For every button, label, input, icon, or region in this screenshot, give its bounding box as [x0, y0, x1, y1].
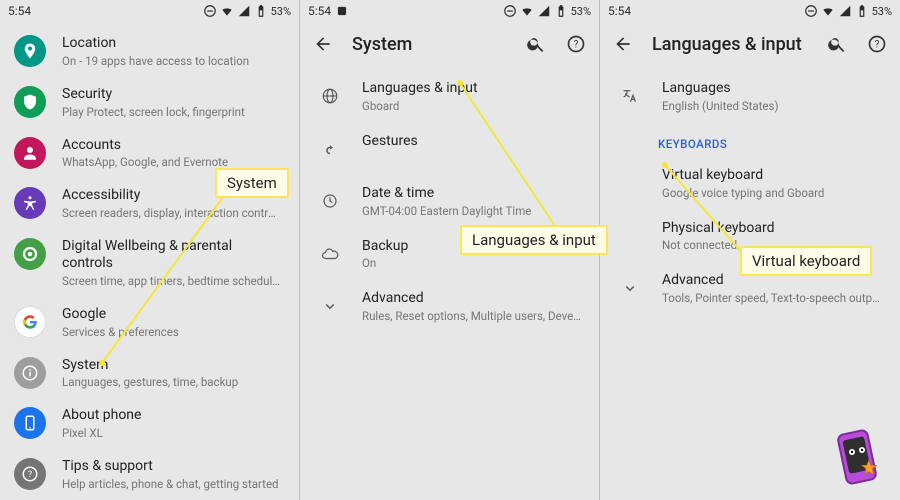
translate-icon	[614, 80, 646, 112]
clock-icon	[314, 185, 346, 217]
row-virtual-keyboard[interactable]: Virtual keyboard Google voice typing and…	[600, 157, 900, 210]
battery-pct: 53%	[271, 5, 291, 18]
svg-text:?: ?	[28, 470, 32, 480]
battery-pct: 53%	[571, 5, 591, 18]
battery-icon	[554, 4, 568, 18]
gestures-icon	[314, 133, 346, 165]
battery-icon	[855, 4, 869, 18]
search-button[interactable]	[826, 33, 848, 55]
row-tips-support[interactable]: ? Tips & support Help articles, phone & …	[0, 449, 299, 500]
row-accounts[interactable]: Accounts WhatsApp, Google, and Evernote	[0, 128, 299, 179]
google-icon	[14, 306, 46, 338]
dnd-icon	[203, 4, 217, 18]
row-languages[interactable]: Languages English (United States)	[600, 70, 900, 123]
help-button[interactable]: ?	[565, 33, 587, 55]
lang-input-list: Languages English (United States) KEYBOA…	[600, 66, 900, 500]
wifi-icon	[821, 4, 835, 18]
row-wellbeing[interactable]: Digital Wellbeing & parental controls Sc…	[0, 229, 299, 297]
svg-text:?: ?	[875, 39, 880, 50]
row-advanced[interactable]: Advanced Tools, Pointer speed, Text-to-s…	[600, 262, 900, 315]
signal-icon	[537, 4, 551, 18]
globe-icon	[314, 80, 346, 112]
screenshot-indicator-icon	[335, 4, 349, 18]
phone-icon	[14, 407, 46, 439]
back-button[interactable]	[312, 33, 334, 55]
dnd-icon	[503, 4, 517, 18]
row-physical-keyboard[interactable]: Physical keyboard Not connected	[600, 210, 900, 263]
wifi-icon	[520, 4, 534, 18]
page-title: System	[352, 34, 507, 55]
signal-icon	[838, 4, 852, 18]
row-google[interactable]: Google Services & preferences	[0, 297, 299, 348]
help-button[interactable]: ?	[866, 33, 888, 55]
section-keyboards: KEYBOARDS	[600, 123, 900, 157]
chevron-down-icon	[614, 272, 646, 304]
dnd-icon	[804, 4, 818, 18]
screen-languages-input: 5:54 53% Languages & input ? Languages E…	[600, 0, 900, 500]
location-icon	[14, 35, 46, 67]
wellbeing-icon	[14, 238, 46, 270]
row-accessibility[interactable]: Accessibility Screen readers, display, i…	[0, 178, 299, 229]
row-gestures[interactable]: Gestures	[300, 123, 599, 175]
status-bar: 5:54 53%	[0, 0, 299, 22]
signal-icon	[237, 4, 251, 18]
row-security[interactable]: Security Play Protect, screen lock, fing…	[0, 77, 299, 128]
shield-icon	[14, 86, 46, 118]
back-button[interactable]	[612, 33, 634, 55]
system-list: Languages & input Gboard Gestures Date &…	[300, 66, 599, 500]
spacer-icon	[614, 220, 646, 252]
chevron-down-icon	[314, 290, 346, 322]
info-icon	[14, 357, 46, 389]
wifi-icon	[220, 4, 234, 18]
battery-icon	[254, 4, 268, 18]
settings-list: Location On - 19 apps have access to loc…	[0, 22, 299, 500]
accessibility-icon	[14, 187, 46, 219]
page-title: Languages & input	[652, 34, 808, 55]
status-bar: 5:54 53%	[600, 0, 900, 22]
row-title: Location	[62, 35, 281, 52]
screen-settings: 5:54 53% Location On - 19 apps have acce…	[0, 0, 300, 500]
help-icon: ?	[14, 458, 46, 490]
status-time: 5:54	[608, 4, 631, 18]
row-advanced[interactable]: Advanced Rules, Reset options, Multiple …	[300, 280, 599, 333]
status-time: 5:54	[308, 4, 331, 18]
cloud-icon	[314, 238, 346, 270]
row-languages-input[interactable]: Languages & input Gboard	[300, 70, 599, 123]
row-system[interactable]: System Languages, gestures, time, backup	[0, 348, 299, 399]
row-sub: On - 19 apps have access to location	[62, 54, 281, 68]
status-bar: 5:54 53%	[300, 0, 599, 22]
row-backup[interactable]: Backup On	[300, 228, 599, 281]
svg-text:?: ?	[574, 39, 579, 50]
row-location[interactable]: Location On - 19 apps have access to loc…	[0, 26, 299, 77]
battery-pct: 53%	[872, 5, 892, 18]
screen-system: 5:54 53% System ? Languages & input	[300, 0, 600, 500]
status-time: 5:54	[8, 4, 31, 18]
row-date-time[interactable]: Date & time GMT-04:00 Eastern Daylight T…	[300, 175, 599, 228]
accounts-icon	[14, 137, 46, 169]
row-about-phone[interactable]: About phone Pixel XL	[0, 398, 299, 449]
search-button[interactable]	[525, 33, 547, 55]
spacer-icon	[614, 167, 646, 199]
app-bar: System ?	[300, 22, 599, 66]
app-bar: Languages & input ?	[600, 22, 900, 66]
